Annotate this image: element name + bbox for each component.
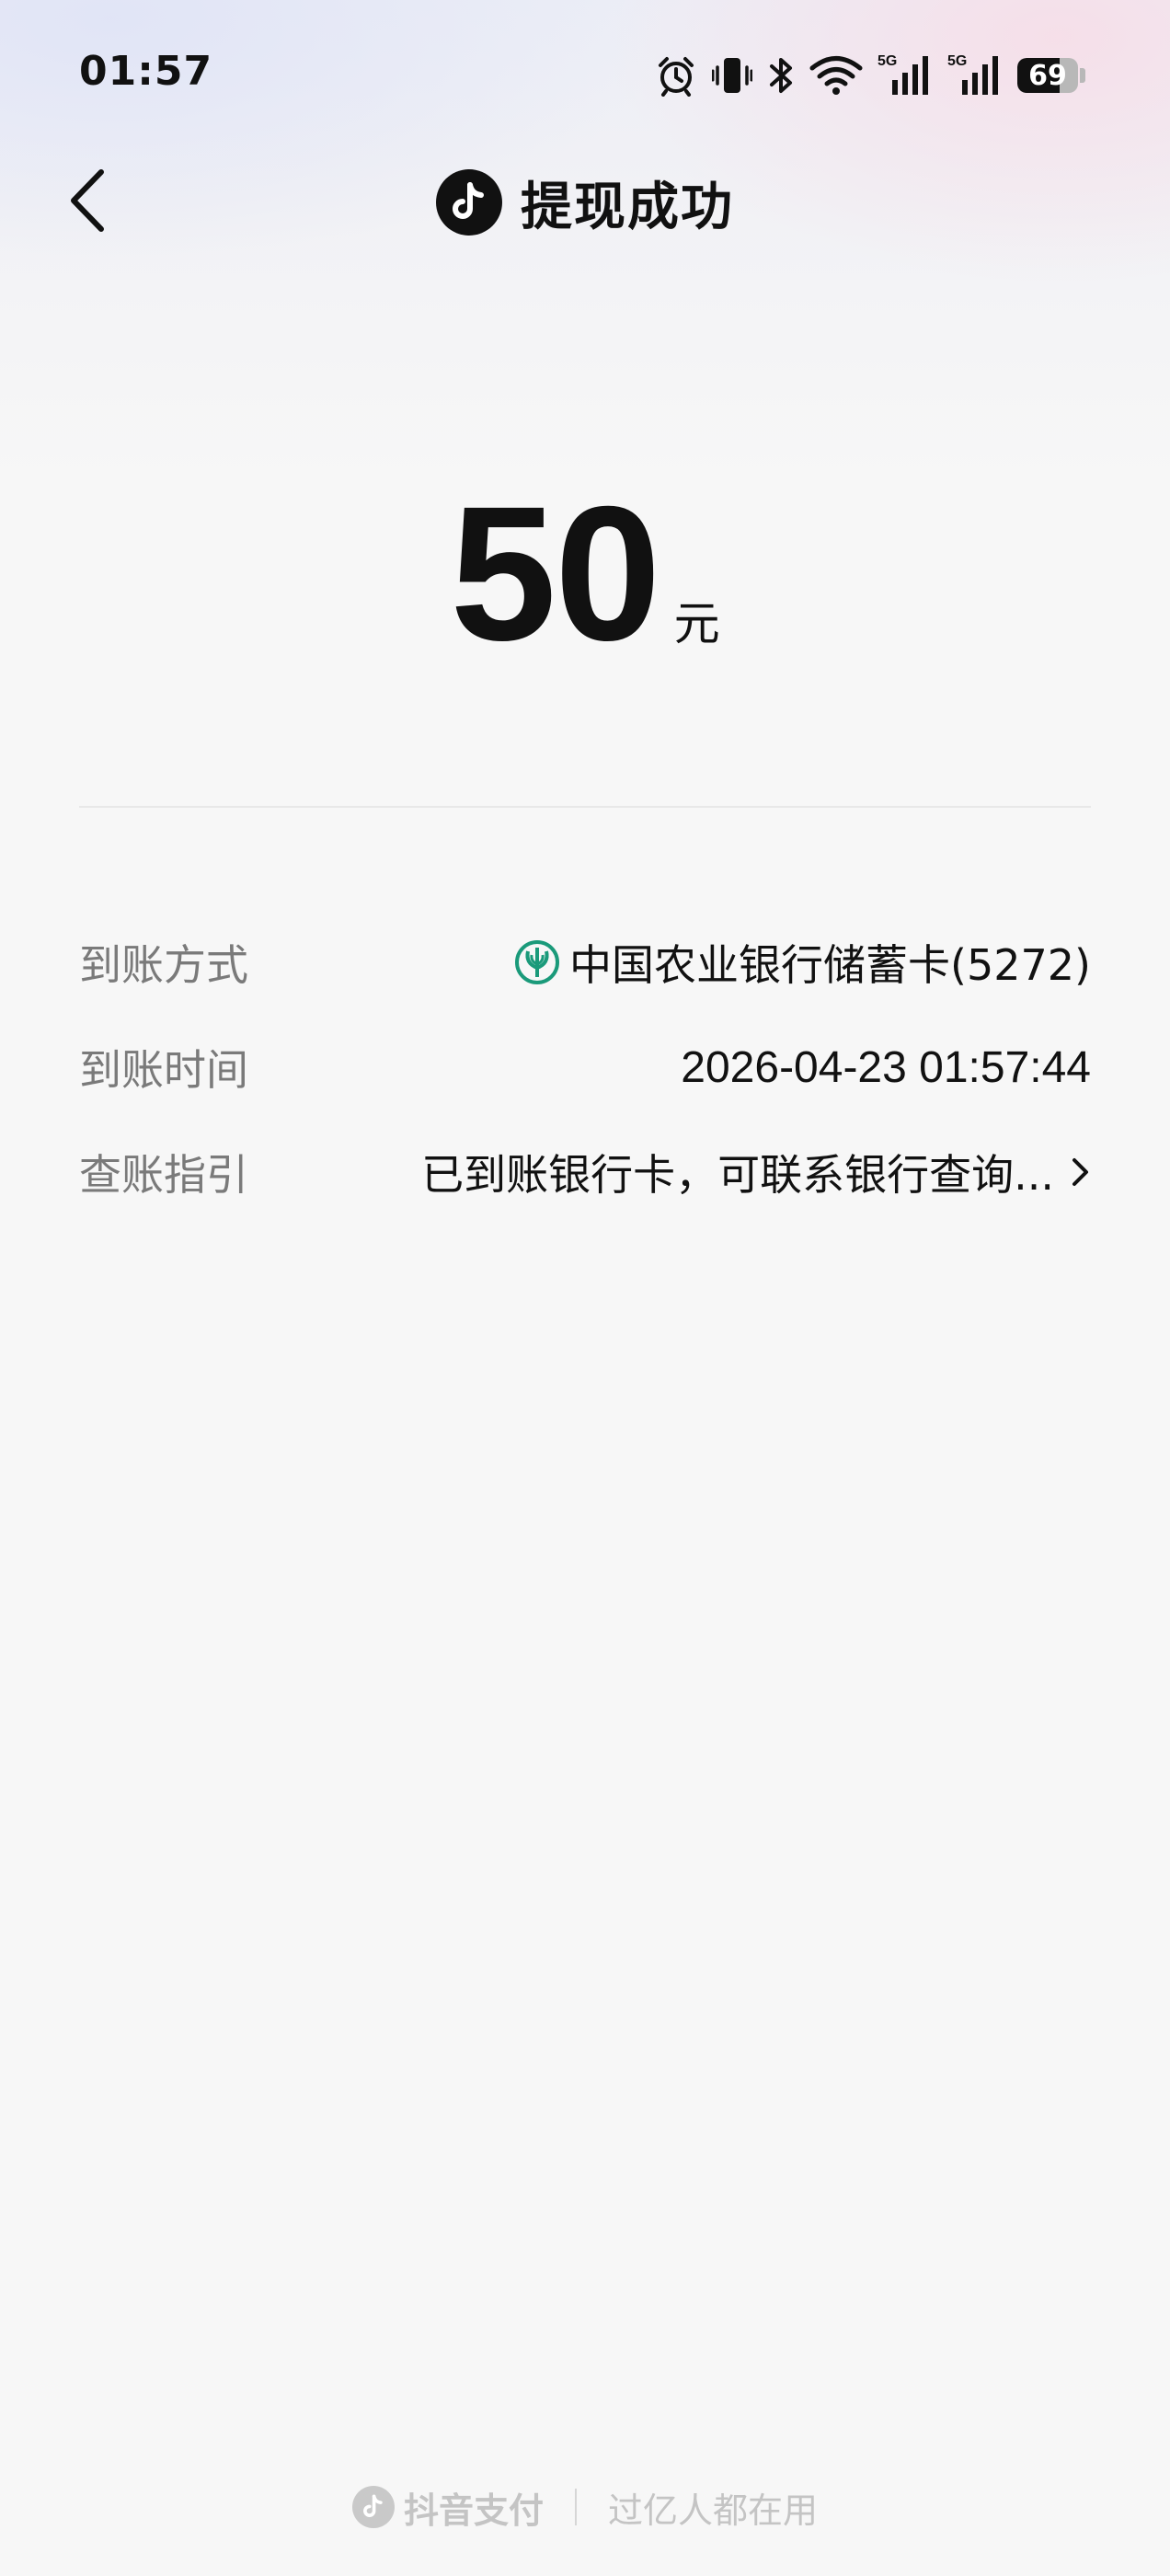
footer: 抖音支付 过亿人都在用 <box>0 2475 1170 2539</box>
douyin-logo-icon <box>351 2486 395 2528</box>
abc-bank-logo-icon <box>514 939 560 985</box>
header-title-group: 提现成功 <box>0 166 1170 239</box>
nav-header: 提现成功 <box>0 147 1170 258</box>
arrival-time: 2026-04-23 01:57:44 <box>681 1042 1091 1092</box>
amount-display: 50 元 <box>0 478 1170 670</box>
svg-text:5G: 5G <box>878 53 897 69</box>
detail-label: 到账方式 <box>79 940 248 990</box>
footer-separator <box>575 2489 577 2525</box>
chevron-right-icon <box>1071 1156 1091 1188</box>
alarm-icon <box>655 54 697 97</box>
detail-row-time: 到账时间 2026-04-23 01:57:44 <box>79 1025 1091 1110</box>
detail-label: 查账指引 <box>79 1150 248 1200</box>
footer-slogan: 过亿人都在用 <box>608 2490 819 2531</box>
signal-5g-icon: 5G <box>947 52 1003 98</box>
divider <box>79 806 1091 808</box>
footer-brand-text: 抖音支付 <box>403 2490 544 2531</box>
battery-level: 69 <box>1028 59 1067 92</box>
douyin-logo-icon <box>436 169 502 236</box>
svg-text:5G: 5G <box>947 53 967 69</box>
detail-value: 中国农业银行储蓄卡(5272) <box>514 932 1091 993</box>
signal-5g-icon: 5G <box>878 52 933 98</box>
footer-brand: 抖音支付 <box>351 2482 544 2533</box>
bank-card-name: 中国农业银行储蓄卡(5272) <box>569 940 1091 990</box>
vibrate-icon <box>712 54 752 97</box>
amount-value: 50 <box>450 467 660 681</box>
battery-icon: 69 <box>1017 57 1085 94</box>
detail-value[interactable]: 已到账银行卡，可联系银行查询... <box>421 1142 1091 1202</box>
detail-list: 到账方式 中国农业银行储蓄卡(5272) 到账时间 2026-04-23 01:… <box>79 920 1091 1235</box>
detail-row-guide[interactable]: 查账指引 已到账银行卡，可联系银行查询... <box>79 1130 1091 1214</box>
detail-row-method: 到账方式 中国农业银行储蓄卡(5272) <box>79 920 1091 1005</box>
status-icons: 5G 5G 69 <box>655 48 1085 103</box>
wifi-icon <box>809 54 863 97</box>
bluetooth-icon <box>767 54 795 97</box>
guide-text: 已到账银行卡，可联系银行查询... <box>421 1150 1054 1200</box>
amount-unit: 元 <box>673 597 720 650</box>
status-time: 01:57 <box>79 48 213 95</box>
detail-label: 到账时间 <box>79 1045 248 1095</box>
page-title: 提现成功 <box>521 177 734 237</box>
status-bar: 01:57 5G 5G 69 <box>0 0 1170 147</box>
